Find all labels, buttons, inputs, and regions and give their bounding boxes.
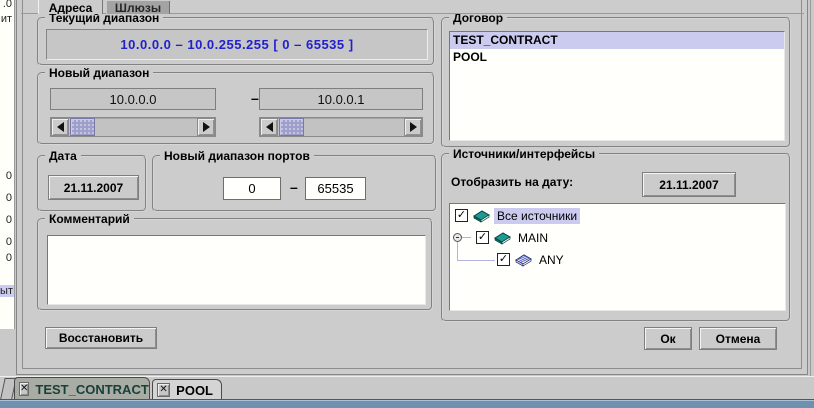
current-range-value: 10.0.0.0 – 10.0.255.255 [ 0 – 65535 ] — [46, 29, 428, 60]
bottom-tab-label: POOL — [176, 383, 213, 398]
date-button[interactable]: 21.11.2007 — [48, 175, 139, 200]
book-icon — [473, 209, 490, 223]
arrow-left-icon — [57, 122, 64, 132]
sources-tree[interactable]: Все источники MAIN — [449, 203, 786, 311]
cancel-button[interactable]: Отмена — [699, 327, 777, 350]
new-range-group: Новый диапазон – — [37, 72, 435, 145]
comment-group: Комментарий — [37, 218, 433, 311]
scroll-left-button[interactable] — [51, 118, 69, 136]
range-to-field[interactable] — [259, 88, 423, 110]
tree-row-any[interactable]: ANY — [497, 251, 567, 268]
contract-group: Договор TEST_CONTRACT POOL — [441, 17, 791, 148]
window-border-line — [810, 0, 811, 377]
comment-textarea[interactable] — [47, 235, 426, 305]
arrow-right-icon — [410, 122, 417, 132]
checkbox-checked-icon[interactable] — [455, 209, 468, 222]
scroll-right-button[interactable] — [404, 118, 422, 136]
arrow-right-icon — [203, 122, 210, 132]
range-from-field[interactable] — [50, 88, 216, 110]
contract-list-item[interactable]: POOL — [450, 49, 784, 66]
tree-row-all-sources[interactable]: Все источники — [455, 207, 580, 224]
tree-item-label[interactable]: Все источники — [494, 208, 580, 224]
range-from-scrollbar[interactable] — [50, 117, 216, 137]
scrollbar-thumb[interactable] — [279, 118, 304, 136]
book-striped-icon — [515, 253, 532, 267]
restore-button[interactable]: Восстановить — [45, 327, 157, 349]
bottom-tab-label: TEST_CONTRACT — [35, 382, 148, 397]
scrollbar-track[interactable] — [69, 118, 197, 136]
display-date-button[interactable]: 21.11.2007 — [642, 172, 736, 197]
arrow-left-icon — [266, 122, 273, 132]
display-date-label: Отобразить на дату: — [451, 175, 573, 189]
tree-connector — [462, 237, 471, 238]
bg-table-cell: 0 — [6, 192, 12, 204]
checkbox-checked-icon[interactable] — [476, 231, 489, 244]
bottom-tab-test-contract[interactable]: ✕ TEST_CONTRACT — [14, 377, 150, 400]
close-icon[interactable]: ✕ — [157, 383, 170, 397]
contract-list[interactable]: TEST_CONTRACT POOL — [449, 31, 785, 141]
bg-fragment-text: .0 — [3, 0, 12, 10]
new-range-title: Новый диапазон — [45, 66, 153, 80]
bg-table-cell: 0 — [6, 170, 12, 182]
scroll-right-button[interactable] — [197, 118, 215, 136]
tree-item-label[interactable]: ANY — [536, 252, 567, 268]
checkbox-checked-icon[interactable] — [497, 253, 510, 266]
bg-table-cell: 0 — [6, 236, 12, 248]
tree-item-label[interactable]: MAIN — [515, 230, 551, 246]
range-to-scrollbar[interactable] — [259, 117, 423, 137]
tree-collapse-icon[interactable] — [453, 233, 462, 242]
current-range-group: Текущий диапазон 10.0.0.0 – 10.0.255.255… — [37, 17, 435, 66]
port-separator: – — [290, 179, 298, 195]
contract-list-item[interactable]: TEST_CONTRACT — [450, 32, 784, 49]
port-range-group: Новый диапазон портов – — [152, 155, 437, 212]
sources-title: Источники/интерфейсы — [449, 147, 599, 161]
bg-fragment-text: ит — [1, 13, 12, 25]
status-bar — [0, 400, 814, 408]
date-group-title: Дата — [45, 149, 81, 163]
sources-group: Источники/интерфейсы Отобразить на дату:… — [441, 153, 791, 322]
tree-connector — [457, 260, 495, 261]
bg-table-cell-selected: ыт — [0, 285, 14, 297]
bg-table-cell: 0 — [6, 214, 12, 226]
background-window-fragment: .0 ит 0 0 0 0 0 ыт — [0, 0, 15, 329]
close-icon[interactable]: ✕ — [19, 382, 29, 396]
tab-gateways-label: Шлюзы — [115, 1, 161, 14]
ok-button[interactable]: Ок — [644, 327, 692, 350]
tab-addresses[interactable]: Адреса — [38, 0, 103, 14]
bg-table-cell: 0 — [6, 252, 12, 264]
port-from-field[interactable] — [223, 177, 281, 200]
tree-row-main[interactable]: MAIN — [476, 229, 551, 246]
address-range-dialog: Адреса Шлюзы Текущий диапазон 10.0.0.0 –… — [16, 0, 808, 375]
comment-title: Комментарий — [45, 212, 134, 226]
port-to-field[interactable] — [305, 177, 366, 200]
scrollbar-thumb[interactable] — [70, 118, 95, 136]
scrollbar-track[interactable] — [278, 118, 404, 136]
range-separator: – — [251, 90, 259, 106]
book-icon — [494, 231, 511, 245]
date-group: Дата 21.11.2007 — [37, 155, 147, 212]
bottom-tab-pool[interactable]: ✕ POOL — [152, 379, 222, 400]
port-range-title: Новый диапазон портов — [160, 149, 314, 163]
tab-addresses-label: Адреса — [49, 1, 93, 14]
tab-gateways[interactable]: Шлюзы — [106, 1, 170, 14]
tree-connector — [457, 242, 458, 260]
scroll-left-button[interactable] — [260, 118, 278, 136]
